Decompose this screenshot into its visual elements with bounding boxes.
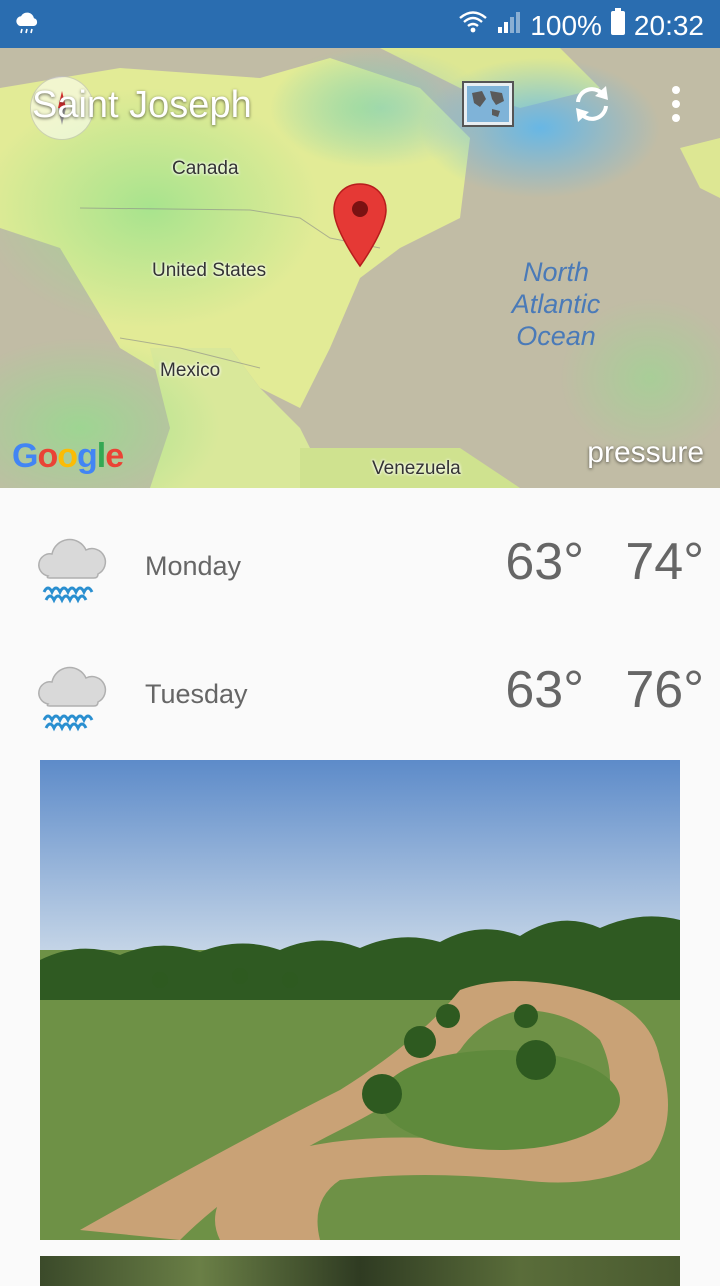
city-title: Saint Joseph bbox=[32, 84, 252, 126]
more-vert-icon bbox=[670, 84, 682, 129]
location-photo-next[interactable] bbox=[40, 1256, 680, 1286]
forecast-low-temp: 63° bbox=[505, 533, 584, 591]
forecast-day: Monday bbox=[145, 551, 242, 581]
map-label-canada: Canada bbox=[172, 158, 239, 179]
google-logo: Google bbox=[12, 437, 124, 475]
refresh-icon bbox=[570, 82, 614, 131]
map-layers-icon bbox=[462, 80, 514, 132]
ocean-label-line3: Ocean bbox=[516, 321, 596, 351]
signal-icon bbox=[496, 9, 522, 42]
map-label-venezuela: Venezuela bbox=[372, 458, 461, 479]
forecast-high-temp: 76° bbox=[625, 661, 704, 719]
forecast-row-tuesday[interactable]: Tuesday 63° 76° bbox=[0, 634, 720, 762]
ocean-label-line2: Atlantic bbox=[511, 289, 601, 319]
battery-icon bbox=[610, 8, 626, 43]
status-bar: 100% 20:32 bbox=[0, 0, 720, 48]
location-pin-icon[interactable] bbox=[332, 182, 388, 273]
refresh-button[interactable] bbox=[564, 78, 620, 134]
map-label-united-states: United States bbox=[152, 260, 267, 281]
forecast-low-temp: 63° bbox=[505, 661, 584, 719]
map-label-ocean: North Atlantic Ocean bbox=[486, 256, 626, 352]
forecast-day: Tuesday bbox=[145, 679, 248, 709]
clock: 20:32 bbox=[633, 9, 704, 41]
rain-cloud-icon bbox=[36, 662, 108, 739]
forecast-high-temp: 74° bbox=[625, 533, 704, 591]
rain-cloud-icon bbox=[36, 534, 108, 611]
wifi-icon bbox=[458, 9, 488, 42]
battery-percent: 100% bbox=[530, 9, 602, 41]
more-options-button[interactable] bbox=[648, 78, 704, 134]
weather-notification-icon bbox=[14, 12, 40, 39]
ocean-label-line1: North bbox=[522, 257, 590, 287]
map-layer-label: pressure bbox=[587, 436, 704, 469]
location-photo[interactable] bbox=[40, 760, 680, 1240]
map-label-mexico: Mexico bbox=[160, 360, 221, 381]
map-layers-button[interactable] bbox=[460, 78, 516, 134]
forecast-row-monday[interactable]: Monday 63° 74° bbox=[0, 506, 720, 634]
weather-map[interactable]: Canada United States Mexico Venezuela No… bbox=[0, 48, 720, 488]
